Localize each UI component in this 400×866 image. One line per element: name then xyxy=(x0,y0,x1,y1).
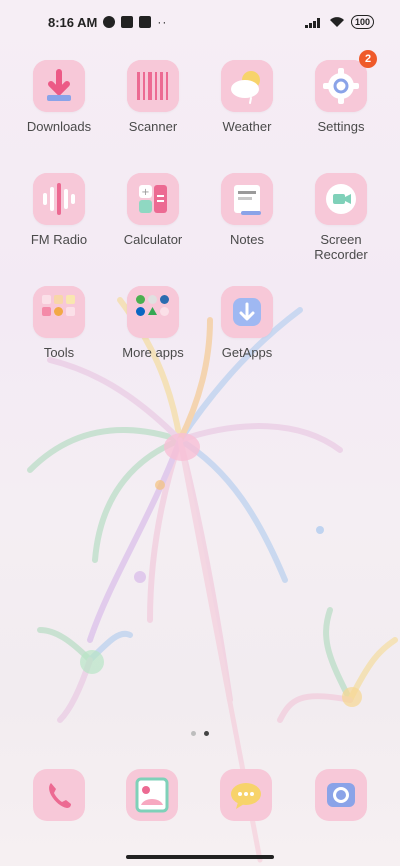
calculator-icon: + xyxy=(127,173,179,225)
page-indicator xyxy=(0,731,400,736)
app-label: GetApps xyxy=(221,345,273,360)
radio-wave-icon xyxy=(33,173,85,225)
battery-icon: 100 xyxy=(350,15,374,29)
app-label: Downloads xyxy=(26,119,92,134)
svg-text:+: + xyxy=(141,187,149,198)
messages-icon xyxy=(231,783,261,809)
folder-icon xyxy=(127,286,179,338)
folder-more-apps[interactable]: More apps xyxy=(106,286,200,360)
app-label: Notes xyxy=(230,232,264,247)
status-right: 100 xyxy=(304,15,374,29)
status-time: 8:16 AM xyxy=(48,14,98,30)
app-weather[interactable]: Weather xyxy=(200,60,294,134)
app-label: Tools xyxy=(43,345,75,360)
barcode-icon xyxy=(127,60,179,112)
page-dot-active[interactable] xyxy=(204,731,209,736)
app-scanner[interactable]: Scanner xyxy=(106,60,200,134)
app-screen-recorder[interactable]: Screen Recorder xyxy=(294,173,388,262)
more-notifications-icon: ·· xyxy=(157,15,168,29)
home-indicator[interactable] xyxy=(126,855,274,859)
notification-upload-icon xyxy=(139,16,152,28)
app-label: Scanner xyxy=(128,119,178,134)
wifi-icon xyxy=(329,17,344,27)
app-fm-radio[interactable]: FM Radio xyxy=(12,173,106,247)
camera-icon xyxy=(327,783,355,807)
dock-messages[interactable] xyxy=(220,769,272,821)
app-settings[interactable]: 2 Settings xyxy=(294,50,388,134)
folder-tools[interactable]: Tools xyxy=(12,286,106,360)
video-camera-icon xyxy=(315,173,367,225)
dock-contacts[interactable] xyxy=(126,769,178,821)
app-label: Weather xyxy=(222,119,272,134)
notification-app-icon xyxy=(103,16,116,28)
status-bar: 8:16 AM ·· 100 xyxy=(0,0,400,44)
app-notes[interactable]: Notes xyxy=(200,173,294,247)
phone-icon xyxy=(49,783,71,808)
folder-icon xyxy=(33,286,85,338)
page-dot[interactable] xyxy=(191,731,196,736)
app-label: Screen Recorder xyxy=(314,232,368,262)
notification-square-icon xyxy=(121,16,134,28)
cloud-sun-icon xyxy=(221,60,273,112)
dock-phone[interactable] xyxy=(33,769,85,821)
app-label: FM Radio xyxy=(30,232,88,247)
app-getapps[interactable]: GetApps xyxy=(200,286,294,360)
app-label: Settings xyxy=(317,119,365,134)
dock-camera[interactable] xyxy=(315,769,367,821)
app-label: Calculator xyxy=(123,232,183,247)
signal-icon xyxy=(304,18,320,28)
app-calculator[interactable]: + Calculator xyxy=(106,173,200,247)
contacts-icon xyxy=(135,777,169,813)
download-arrow-icon xyxy=(221,286,273,338)
note-icon xyxy=(221,173,273,225)
status-left: 8:16 AM ·· xyxy=(48,15,167,30)
gear-icon xyxy=(315,60,367,112)
notification-badge: 2 xyxy=(359,50,377,68)
app-downloads[interactable]: Downloads xyxy=(12,60,106,134)
download-icon xyxy=(33,60,85,112)
app-label: More apps xyxy=(122,345,184,360)
